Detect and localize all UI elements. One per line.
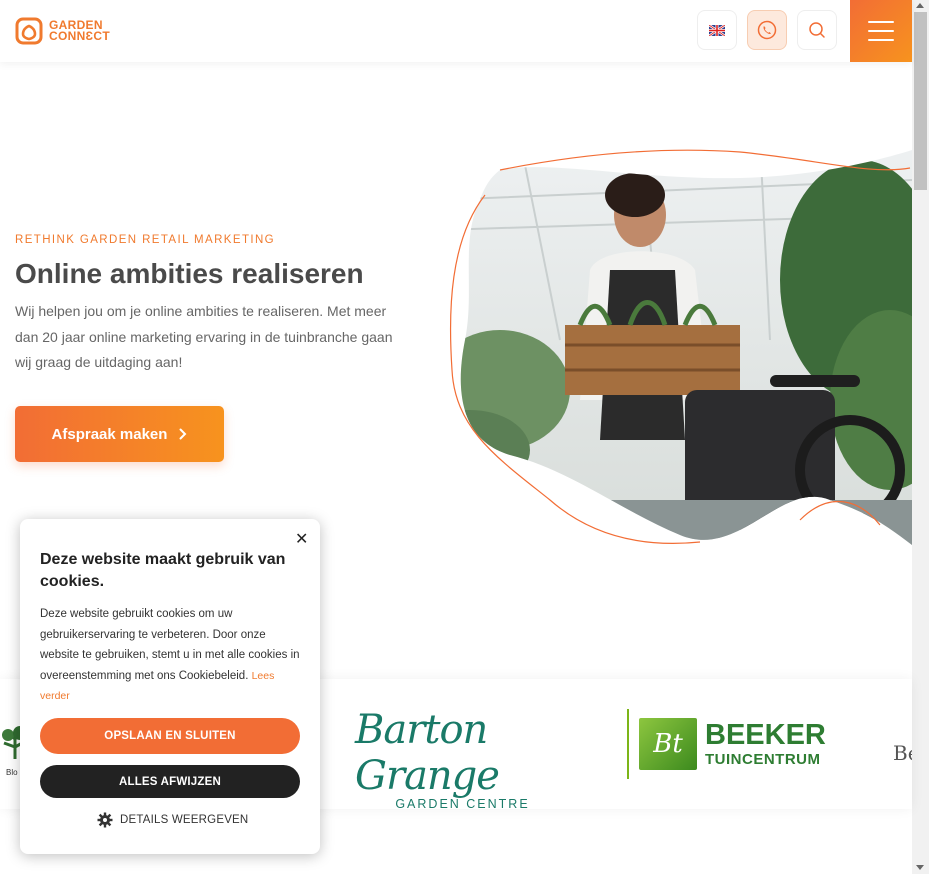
beeker-subtitle: TUINCENTRUM: [705, 751, 821, 768]
page-scrollbar[interactable]: [912, 0, 929, 874]
partial-partner-logo-right[interactable]: Be: [893, 741, 912, 765]
barton-grange-name: Barton Grange: [355, 707, 500, 799]
scroll-thumb[interactable]: [914, 12, 927, 190]
barton-grange-logo[interactable]: Barton Grange GARDEN CENTRE: [355, 707, 570, 809]
hero-title: Online ambities realiseren: [15, 258, 364, 289]
beeker-mark-icon: Bt: [639, 718, 697, 770]
reject-cookies-button[interactable]: ALLES AFWIJZEN: [40, 765, 300, 798]
accept-cookies-button[interactable]: OPSLAAN EN SLUITEN: [40, 718, 300, 754]
beeker-name: BEEKER: [705, 719, 826, 751]
phone-button[interactable]: [747, 10, 787, 50]
beeker-tuincentrum-logo[interactable]: Bt BEEKER TUINCENTRUM: [627, 709, 831, 779]
gear-icon: [97, 812, 113, 828]
hero-eyebrow: RETHINK GARDEN RETAIL MARKETING: [15, 234, 276, 246]
search-button[interactable]: [797, 10, 837, 50]
beeker-text: BEEKER TUINCENTRUM: [705, 719, 826, 768]
phone-icon: [757, 20, 777, 40]
logo-mark-icon: [15, 17, 43, 45]
appointment-button[interactable]: Afspraak maken: [15, 406, 224, 462]
hamburger-line: [868, 39, 894, 41]
menu-button[interactable]: [850, 0, 912, 62]
left-partial-logo-text: Blo: [6, 768, 18, 777]
site-header: GARDEN CONNƐCT: [0, 0, 912, 62]
hero-photo: [449, 149, 912, 545]
scroll-down-arrow-icon[interactable]: [916, 865, 924, 870]
close-icon[interactable]: ✕: [295, 529, 308, 549]
cookie-text: Deze website gebruikt cookies om uw gebr…: [40, 604, 302, 707]
cookie-details-button[interactable]: DETAILS WEERGEVEN: [97, 812, 248, 828]
chevron-right-icon: [179, 428, 187, 440]
uk-flag-icon: [709, 24, 725, 36]
language-button[interactable]: [697, 10, 737, 50]
hero-text: Wij helpen jou om je online ambities te …: [15, 303, 393, 370]
garden-connect-logo[interactable]: GARDEN CONNƐCT: [15, 17, 110, 45]
cookie-consent-dialog: ✕ Deze website maakt gebruik van cookies…: [20, 519, 320, 854]
scroll-up-arrow-icon[interactable]: [916, 3, 924, 8]
hamburger-line: [868, 21, 894, 23]
hamburger-line: [868, 30, 894, 32]
logo-line-2: CONNƐCT: [49, 29, 110, 43]
logo-text: GARDEN CONNƐCT: [49, 19, 110, 43]
cookie-title: Deze website maakt gebruik van cookies.: [40, 551, 286, 590]
search-icon: [809, 22, 825, 38]
details-label: DETAILS WEERGEVEN: [120, 814, 249, 826]
appointment-button-label: Afspraak maken: [51, 425, 168, 443]
